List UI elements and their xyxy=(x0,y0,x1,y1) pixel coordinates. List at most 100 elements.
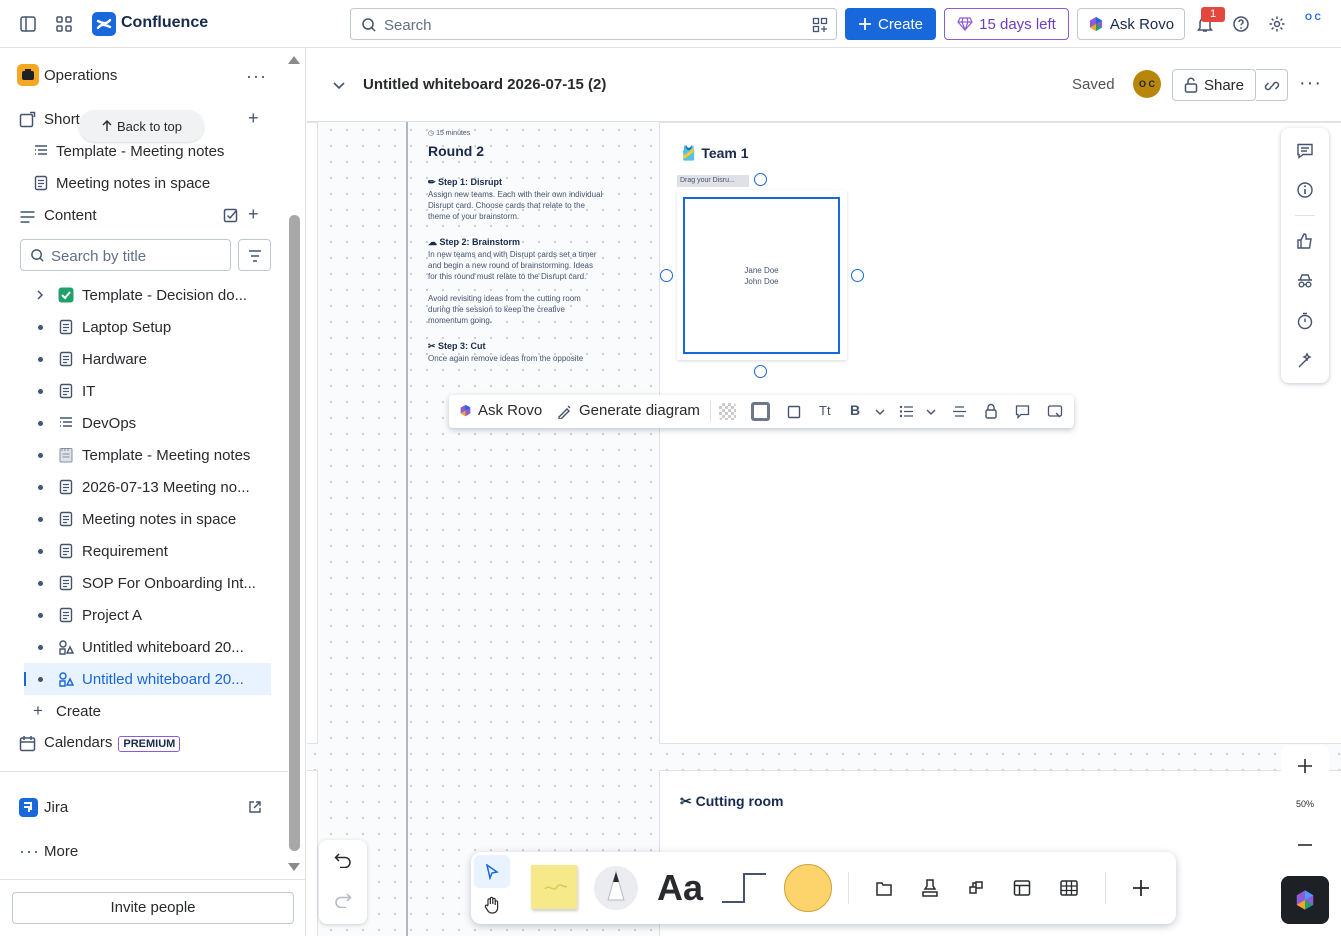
shortcuts-heading[interactable]: Short xyxy=(44,111,80,128)
tree-item[interactable]: 2026-07-13 Meeting no... xyxy=(0,471,280,503)
pen-tool-icon[interactable] xyxy=(594,866,638,910)
bold-icon[interactable]: B xyxy=(850,402,860,418)
team-frame[interactable]: 🎽 Team 1 Drag your Disru... Jane Doe Joh… xyxy=(659,122,1341,744)
tree-item[interactable]: Template - Decision do... xyxy=(0,279,280,311)
selected-sticky-note[interactable]: Jane Doe John Doe xyxy=(683,197,840,354)
tree-item[interactable]: SOP For Onboarding Int... xyxy=(0,567,280,599)
tree-item[interactable]: Laptop Setup xyxy=(0,311,280,343)
spotlight-wand-icon[interactable] xyxy=(1296,352,1314,370)
tree-item[interactable]: Untitled whiteboard 20... xyxy=(24,663,271,695)
create-content-row[interactable]: + Create xyxy=(0,695,280,727)
shape-square-icon[interactable] xyxy=(787,405,801,419)
undo-icon[interactable] xyxy=(334,852,352,868)
shortcut-item[interactable]: Template - Meeting notes xyxy=(0,135,280,167)
filter-check-icon[interactable] xyxy=(223,206,240,223)
add-content-icon[interactable]: + xyxy=(248,204,259,225)
select-tool[interactable] xyxy=(474,855,510,888)
generate-diagram-tool[interactable]: Generate diagram xyxy=(557,402,700,419)
page-title[interactable]: Untitled whiteboard 2026-07-15 (2) xyxy=(363,76,606,93)
search-by-title-input[interactable]: Search by title xyxy=(20,239,231,271)
collaborator-avatar[interactable]: O C xyxy=(1133,70,1161,98)
collapse-chevron-icon[interactable] xyxy=(332,78,346,92)
ask-rovo-button[interactable]: Ask Rovo xyxy=(1077,8,1185,40)
tree-item[interactable]: IT xyxy=(0,375,280,407)
tree-item[interactable]: Project A xyxy=(0,599,280,631)
copy-link-button[interactable] xyxy=(1256,69,1288,101)
zoom-level[interactable]: 50% xyxy=(1281,799,1329,809)
sticky-note-tool-icon[interactable] xyxy=(531,865,577,909)
chevron-down-icon[interactable] xyxy=(926,407,936,417)
hand-pan-icon[interactable] xyxy=(483,896,501,914)
confluence-logo-icon[interactable] xyxy=(92,12,116,36)
frame-tool-icon[interactable] xyxy=(874,878,894,898)
create-button[interactable]: Create xyxy=(845,8,936,40)
apps-grid-icon[interactable] xyxy=(812,17,828,33)
help-icon[interactable] xyxy=(1229,12,1253,36)
sidebar-toggle-icon[interactable] xyxy=(16,12,40,36)
comments-panel-icon[interactable] xyxy=(1296,142,1314,160)
redo-icon[interactable] xyxy=(334,892,352,908)
comment-icon[interactable] xyxy=(1015,404,1030,419)
text-size-icon[interactable]: Tt xyxy=(819,403,831,418)
brand-name[interactable]: Confluence xyxy=(121,14,208,32)
shortcut-item[interactable]: Meeting notes in space xyxy=(0,167,280,199)
partial-frame[interactable] xyxy=(307,122,318,744)
content-heading[interactable]: Content xyxy=(44,207,97,224)
app-switcher-icon[interactable] xyxy=(52,12,76,36)
shape-tool-icon[interactable] xyxy=(784,864,832,912)
tree-item[interactable]: Template - Meeting notes xyxy=(0,439,280,471)
invite-people-button[interactable]: Invite people xyxy=(12,892,294,924)
calendars-row[interactable]: Calendars PREMIUM xyxy=(0,727,280,759)
smart-section-icon[interactable] xyxy=(966,878,986,898)
global-search-input[interactable]: Search xyxy=(350,8,837,40)
settings-gear-icon[interactable] xyxy=(1265,12,1289,36)
tree-item[interactable]: Hardware xyxy=(0,343,280,375)
resize-handle-right[interactable] xyxy=(851,269,864,282)
tree-item[interactable]: DevOps xyxy=(0,407,280,439)
fill-color-swatch-icon[interactable] xyxy=(719,403,736,420)
bullet-list-icon[interactable] xyxy=(899,404,914,419)
template-tool-icon[interactable] xyxy=(1012,878,1032,898)
resize-handle-left[interactable] xyxy=(660,269,673,282)
filter-button[interactable] xyxy=(238,239,271,271)
chevron-down-icon[interactable] xyxy=(875,407,885,417)
tree-item[interactable]: Untitled whiteboard 20... xyxy=(0,631,280,663)
scroll-down-arrow-icon[interactable] xyxy=(287,861,301,873)
zoom-in-icon[interactable] xyxy=(1297,758,1313,774)
jira-link-row[interactable]: Jira xyxy=(0,791,280,823)
partial-frame[interactable] xyxy=(307,770,318,936)
space-more-icon[interactable]: ··· xyxy=(246,66,267,87)
sticky-line-2[interactable]: John Doe xyxy=(685,277,838,286)
more-row[interactable]: ··· More xyxy=(0,835,280,867)
more-options-icon[interactable] xyxy=(1047,404,1063,419)
add-shortcut-icon[interactable]: + xyxy=(248,108,259,129)
strikethrough-icon[interactable] xyxy=(952,404,967,419)
ask-rovo-tool[interactable]: Ask Rovo xyxy=(459,402,542,419)
share-button[interactable]: Share xyxy=(1172,69,1256,101)
sidebar-scrollbar-thumb[interactable] xyxy=(289,215,300,851)
rovo-chat-button[interactable] xyxy=(1281,876,1329,924)
resize-handle-bottom[interactable] xyxy=(754,365,767,378)
anonymous-mode-icon[interactable] xyxy=(1296,272,1314,290)
whiteboard-canvas[interactable]: ◷ 15 minutes Round 2 ✏ Step 1: Disrupt A… xyxy=(307,121,1341,936)
info-icon[interactable] xyxy=(1296,181,1314,199)
connector-tool-icon[interactable] xyxy=(720,871,768,905)
lock-icon[interactable] xyxy=(984,403,998,419)
border-color-swatch-icon[interactable] xyxy=(751,402,770,421)
timer-icon[interactable] xyxy=(1296,312,1314,330)
thumbs-up-icon[interactable] xyxy=(1296,232,1314,250)
trial-days-button[interactable]: 15 days left xyxy=(944,8,1069,40)
more-tools-plus-icon[interactable] xyxy=(1131,878,1151,898)
zoom-out-icon[interactable] xyxy=(1297,837,1313,853)
tree-item[interactable]: Meeting notes in space xyxy=(0,503,280,535)
page-more-icon[interactable]: ··· xyxy=(1299,72,1322,95)
tree-item[interactable]: Requirement xyxy=(0,535,280,567)
round-instructions[interactable]: ◷ 15 minutes Round 2 ✏ Step 1: Disrupt A… xyxy=(428,128,603,365)
space-name[interactable]: Operations xyxy=(44,67,117,84)
table-tool-icon[interactable] xyxy=(1059,878,1079,898)
stamp-tool-icon[interactable] xyxy=(920,878,940,898)
drag-label-tag[interactable]: Drag your Disru... xyxy=(677,175,749,187)
resize-handle-top[interactable] xyxy=(754,173,767,186)
scroll-up-arrow-icon[interactable] xyxy=(287,54,301,66)
user-avatar[interactable]: O C xyxy=(1300,12,1326,38)
